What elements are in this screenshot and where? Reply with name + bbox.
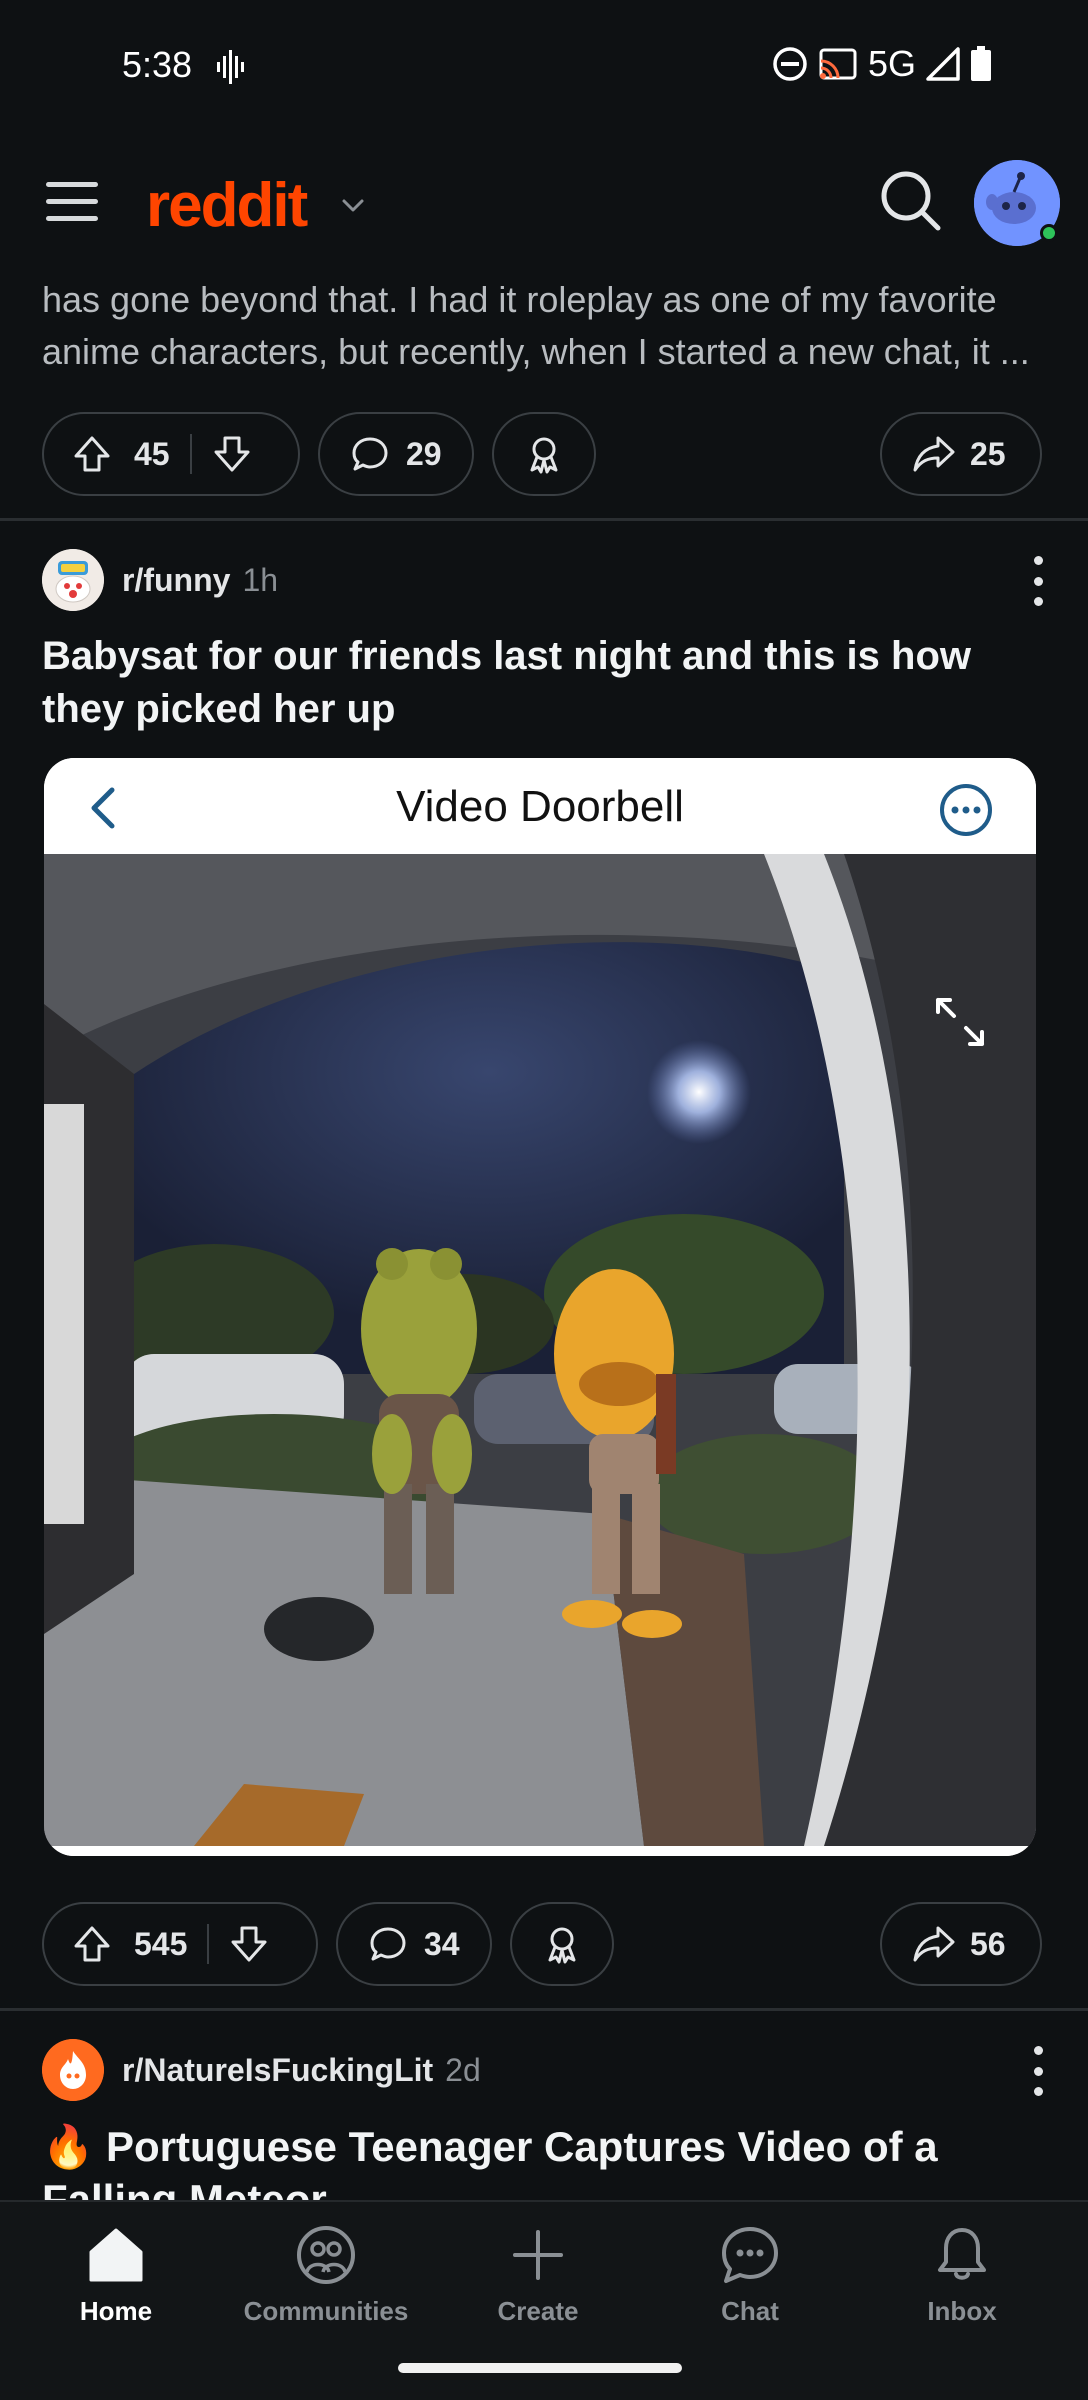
post-time: 1h	[242, 561, 279, 598]
award-button[interactable]	[492, 412, 596, 496]
vote-pill: 45	[42, 412, 300, 496]
award-icon	[530, 437, 558, 474]
nav-label: Create	[497, 2296, 579, 2326]
upvote-count: 545	[134, 1925, 188, 1962]
nav-label: Communities	[243, 2296, 409, 2326]
doorbell-video-frame	[44, 854, 1036, 1846]
status-icons: 5G	[772, 43, 992, 84]
avatar[interactable]	[974, 160, 1060, 246]
comment-icon	[370, 1927, 406, 1961]
search-icon[interactable]	[878, 168, 944, 234]
nav-home[interactable]: Home	[26, 2224, 206, 2344]
status-time: 5:38	[122, 44, 193, 85]
do-not-disturb-icon	[773, 47, 807, 81]
comment-count: 34	[424, 1925, 460, 1962]
battery-icon	[971, 46, 991, 81]
home-indicator[interactable]	[398, 2363, 682, 2373]
downvote-icon[interactable]	[212, 434, 252, 474]
subreddit-name[interactable]: r/NatureIsFuckingLit	[122, 2052, 433, 2089]
post-meta: r/funny 1h	[42, 548, 278, 612]
plus-icon	[513, 2230, 563, 2280]
cast-icon	[819, 48, 857, 80]
online-indicator	[1040, 224, 1058, 242]
share-icon	[913, 1926, 955, 1962]
upvote-icon[interactable]	[72, 1924, 112, 1964]
share-count: 56	[970, 1925, 1006, 1962]
subreddit-icon[interactable]	[42, 2039, 104, 2101]
media-title: Video Doorbell	[396, 782, 684, 831]
post-actions: 45 29 25	[42, 412, 1042, 496]
more-options-icon[interactable]	[1028, 2046, 1048, 2096]
post-divider	[0, 518, 1088, 521]
comment-count: 29	[406, 435, 442, 472]
upvote-icon[interactable]	[72, 434, 112, 474]
nav-inbox[interactable]: Inbox	[872, 2224, 1052, 2344]
subreddit-name[interactable]: r/funny	[122, 562, 230, 599]
menu-icon[interactable]	[46, 182, 98, 222]
nav-create[interactable]: Create	[448, 2224, 628, 2344]
status-bar: 5:38 5G	[0, 0, 1088, 134]
post-title[interactable]: Babysat for our friends last night and t…	[42, 630, 1042, 736]
post-body-snippet[interactable]: has gone beyond that. I had it roleplay …	[42, 274, 1042, 378]
fire-subreddit-icon	[42, 2039, 104, 2101]
reddit-logo[interactable]: reddit	[146, 170, 308, 241]
nav-communities[interactable]: Communities	[236, 2224, 416, 2344]
communities-icon	[297, 2226, 355, 2284]
award-icon	[548, 1927, 576, 1964]
share-button[interactable]: 56	[880, 1902, 1042, 1986]
feed: has gone beyond that. I had it roleplay …	[0, 274, 1088, 2200]
chevron-down-icon[interactable]	[338, 190, 368, 220]
comments-button[interactable]: 34	[336, 1902, 492, 1986]
subreddit-icon[interactable]	[42, 549, 104, 611]
comments-button[interactable]: 29	[318, 412, 474, 496]
comment-icon	[352, 437, 388, 471]
more-circle-icon	[940, 784, 992, 836]
post-media[interactable]: Video Doorbell	[44, 758, 1036, 1856]
vote-divider	[207, 1924, 210, 1964]
vote-pill: 545	[42, 1902, 318, 1986]
post-time: 2d	[445, 2051, 481, 2088]
network-type: 5G	[867, 43, 916, 84]
nav-label: Chat	[721, 2296, 779, 2326]
post-meta: r/NatureIsFuckingLit 2d	[42, 2038, 481, 2102]
home-icon	[89, 2228, 143, 2282]
doorbell-scene-image	[44, 854, 1036, 1846]
more-options-icon[interactable]	[1028, 556, 1048, 606]
nav-label: Inbox	[927, 2296, 997, 2326]
nav-label: Home	[79, 2296, 153, 2326]
funny-subreddit-icon	[42, 549, 104, 611]
post-actions: 545 34 56	[42, 1902, 1042, 1986]
post-title[interactable]: 🔥 Portuguese Teenager Captures Video of …	[42, 2120, 1042, 2200]
share-icon	[913, 436, 955, 472]
nav-chat[interactable]: Chat	[660, 2224, 840, 2344]
upvote-count: 45	[134, 435, 170, 472]
app-header: reddit	[0, 134, 1088, 274]
chat-icon	[722, 2227, 778, 2283]
bell-icon	[938, 2228, 986, 2280]
signal-icon	[926, 47, 960, 81]
media-footer	[44, 1846, 1036, 1856]
vibrate-wave-icon	[217, 50, 244, 84]
award-button[interactable]	[510, 1902, 614, 1986]
media-header: Video Doorbell	[44, 758, 1036, 854]
share-button[interactable]: 25	[880, 412, 1042, 496]
share-count: 25	[970, 435, 1006, 472]
post-divider	[0, 2008, 1088, 2011]
expand-icon[interactable]	[932, 994, 988, 1050]
vote-divider	[189, 434, 192, 474]
downvote-icon[interactable]	[229, 1924, 269, 1964]
